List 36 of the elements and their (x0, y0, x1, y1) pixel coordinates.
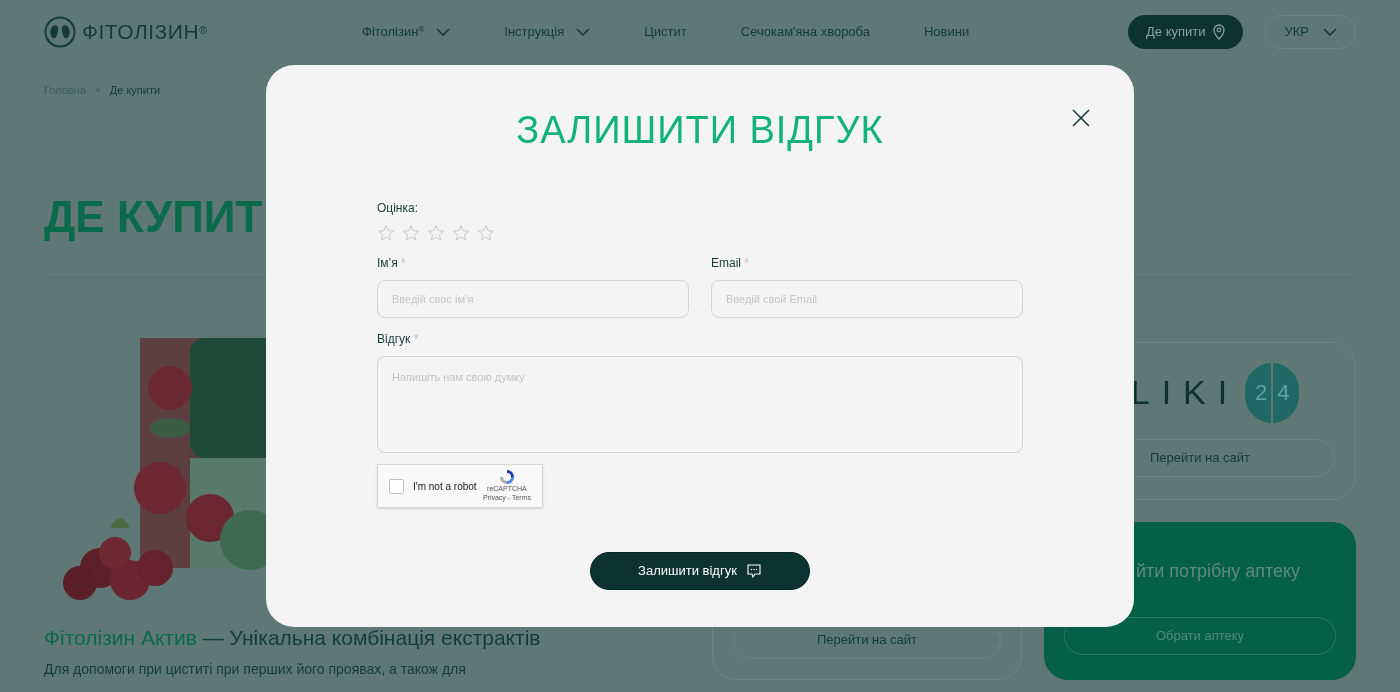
store-logo: LIKI (1130, 372, 1240, 413)
checkbox[interactable] (389, 478, 404, 494)
chevron-down-icon (436, 28, 451, 36)
nav-link[interactable]: Інструкція (504, 22, 591, 42)
chevron-down-icon (1323, 28, 1337, 36)
field-label: Ім’я * (377, 255, 407, 272)
nav-link[interactable]: Сечокам'яна хвороба (740, 22, 870, 42)
nav-link[interactable]: Новини (923, 22, 970, 42)
star-icon[interactable] (452, 224, 470, 242)
nav-link[interactable]: Цистит (644, 22, 687, 42)
star-icon[interactable] (477, 224, 495, 242)
location-pin-icon (1213, 24, 1226, 40)
rating-label: Оцінка: (377, 200, 420, 217)
page-title: ДЕ КУПИТ (44, 194, 263, 239)
chevron-down-icon (576, 28, 591, 36)
close-icon (1072, 109, 1090, 127)
kidney-logo-icon (44, 16, 76, 48)
submit-review-button[interactable]: Залишити відгук (590, 552, 810, 590)
captcha-label: I'm not a robot (413, 479, 477, 494)
star-icon[interactable] (377, 224, 395, 242)
breadcrumb-link[interactable]: Де купити (109, 82, 161, 99)
product-description: Для допомоги при циститі при перших його проявах, а також для (44, 660, 467, 679)
chat-bubble-icon (745, 563, 762, 579)
nav-link[interactable]: Фітолізин$^{®}$ (362, 22, 451, 42)
close-button[interactable] (1072, 109, 1090, 127)
brand-logo[interactable]: ФІТОЛІЗИН$^{®}$ (82, 16, 208, 48)
star-icon[interactable] (402, 224, 420, 242)
field-label: Відгук * (377, 331, 420, 348)
card-title: йти потрібну аптеку (1136, 559, 1302, 583)
dialog-title: ЗАЛИШИТИ ВІДГУК (516, 111, 884, 149)
where-to-buy-button[interactable]: Де купити (1128, 15, 1244, 49)
logo-badge: 2 4 (1245, 362, 1300, 423)
star-icon[interactable] (427, 224, 445, 242)
field-label: Email * (711, 255, 751, 272)
product-title: Фітолізин Актив — Унікальна комбінація екстрактів (44, 624, 542, 651)
recaptcha-icon (498, 469, 515, 486)
